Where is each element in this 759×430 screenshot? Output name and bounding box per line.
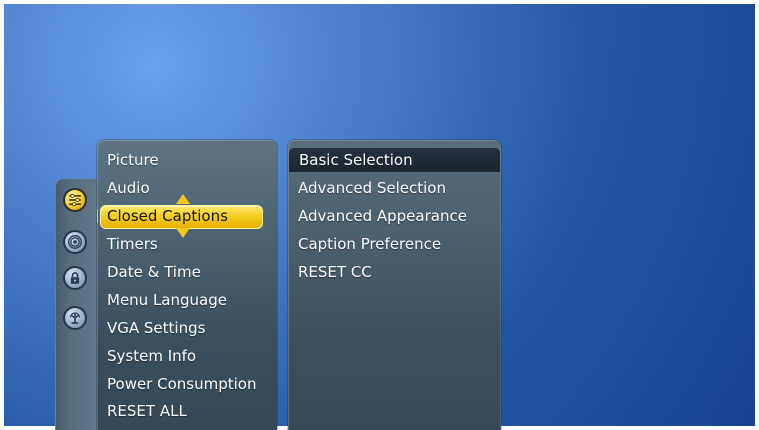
submenu-item-label: Caption Preference (298, 235, 442, 253)
lock-icon-graphic (70, 272, 80, 284)
menu-item-power-consumption[interactable]: Power Consumption (97, 372, 277, 396)
menu-item-label: Closed Captions (107, 207, 228, 225)
submenu-item-caption-preference[interactable]: Caption Preference (288, 232, 501, 256)
tv-settings-screen: Picture Audio Closed Captions Timers Dat… (0, 0, 759, 430)
menu-item-label: Date & Time (107, 263, 201, 281)
menu-item-label: Audio (107, 179, 150, 197)
menu-item-label: Timers (107, 235, 158, 253)
submenu-item-basic-selection[interactable]: Basic Selection (289, 148, 500, 172)
menu-item-label: Menu Language (107, 291, 227, 309)
menu-item-closed-captions[interactable]: Closed Captions (97, 194, 277, 238)
submenu-panel: Basic Selection Advanced Selection Advan… (288, 140, 501, 430)
antenna-icon[interactable] (63, 306, 87, 330)
category-icon-rail (55, 179, 97, 430)
menu-item-system-info[interactable]: System Info (97, 344, 277, 368)
submenu-item-advanced-appearance[interactable]: Advanced Appearance (288, 204, 501, 228)
submenu-item-label: Advanced Appearance (298, 207, 467, 225)
menu-item-menu-language[interactable]: Menu Language (97, 288, 277, 312)
antenna-icon-graphic (69, 312, 81, 324)
submenu-item-label: Basic Selection (299, 151, 413, 169)
left-arrow-icon (97, 209, 98, 223)
submenu-item-label: Advanced Selection (298, 179, 446, 197)
submenu-item-reset-cc[interactable]: RESET CC (288, 260, 501, 284)
menu-item-label: Picture (107, 151, 159, 169)
up-arrow-icon (176, 194, 190, 204)
submenu-item-label: RESET CC (298, 263, 372, 281)
lock-icon[interactable] (63, 266, 87, 290)
menu-item-picture[interactable]: Picture (97, 148, 277, 172)
menu-item-label: Power Consumption (107, 375, 257, 393)
menu-item-label: RESET ALL (107, 402, 187, 420)
broadcast-icon-graphic (68, 235, 82, 249)
broadcast-icon[interactable] (63, 230, 87, 254)
settings-icon[interactable] (63, 188, 87, 212)
submenu-item-advanced-selection[interactable]: Advanced Selection (288, 176, 501, 200)
menu-item-label: VGA Settings (107, 319, 206, 337)
menu-item-timers[interactable]: Timers (97, 232, 277, 256)
menu-item-reset-all[interactable]: RESET ALL (97, 399, 277, 423)
menu-item-vga-settings[interactable]: VGA Settings (97, 316, 277, 340)
main-menu-panel: Picture Audio Closed Captions Timers Dat… (97, 140, 277, 430)
menu-item-label: System Info (107, 347, 197, 365)
menu-item-date-time[interactable]: Date & Time (97, 260, 277, 284)
settings-icon-graphic (69, 193, 81, 207)
